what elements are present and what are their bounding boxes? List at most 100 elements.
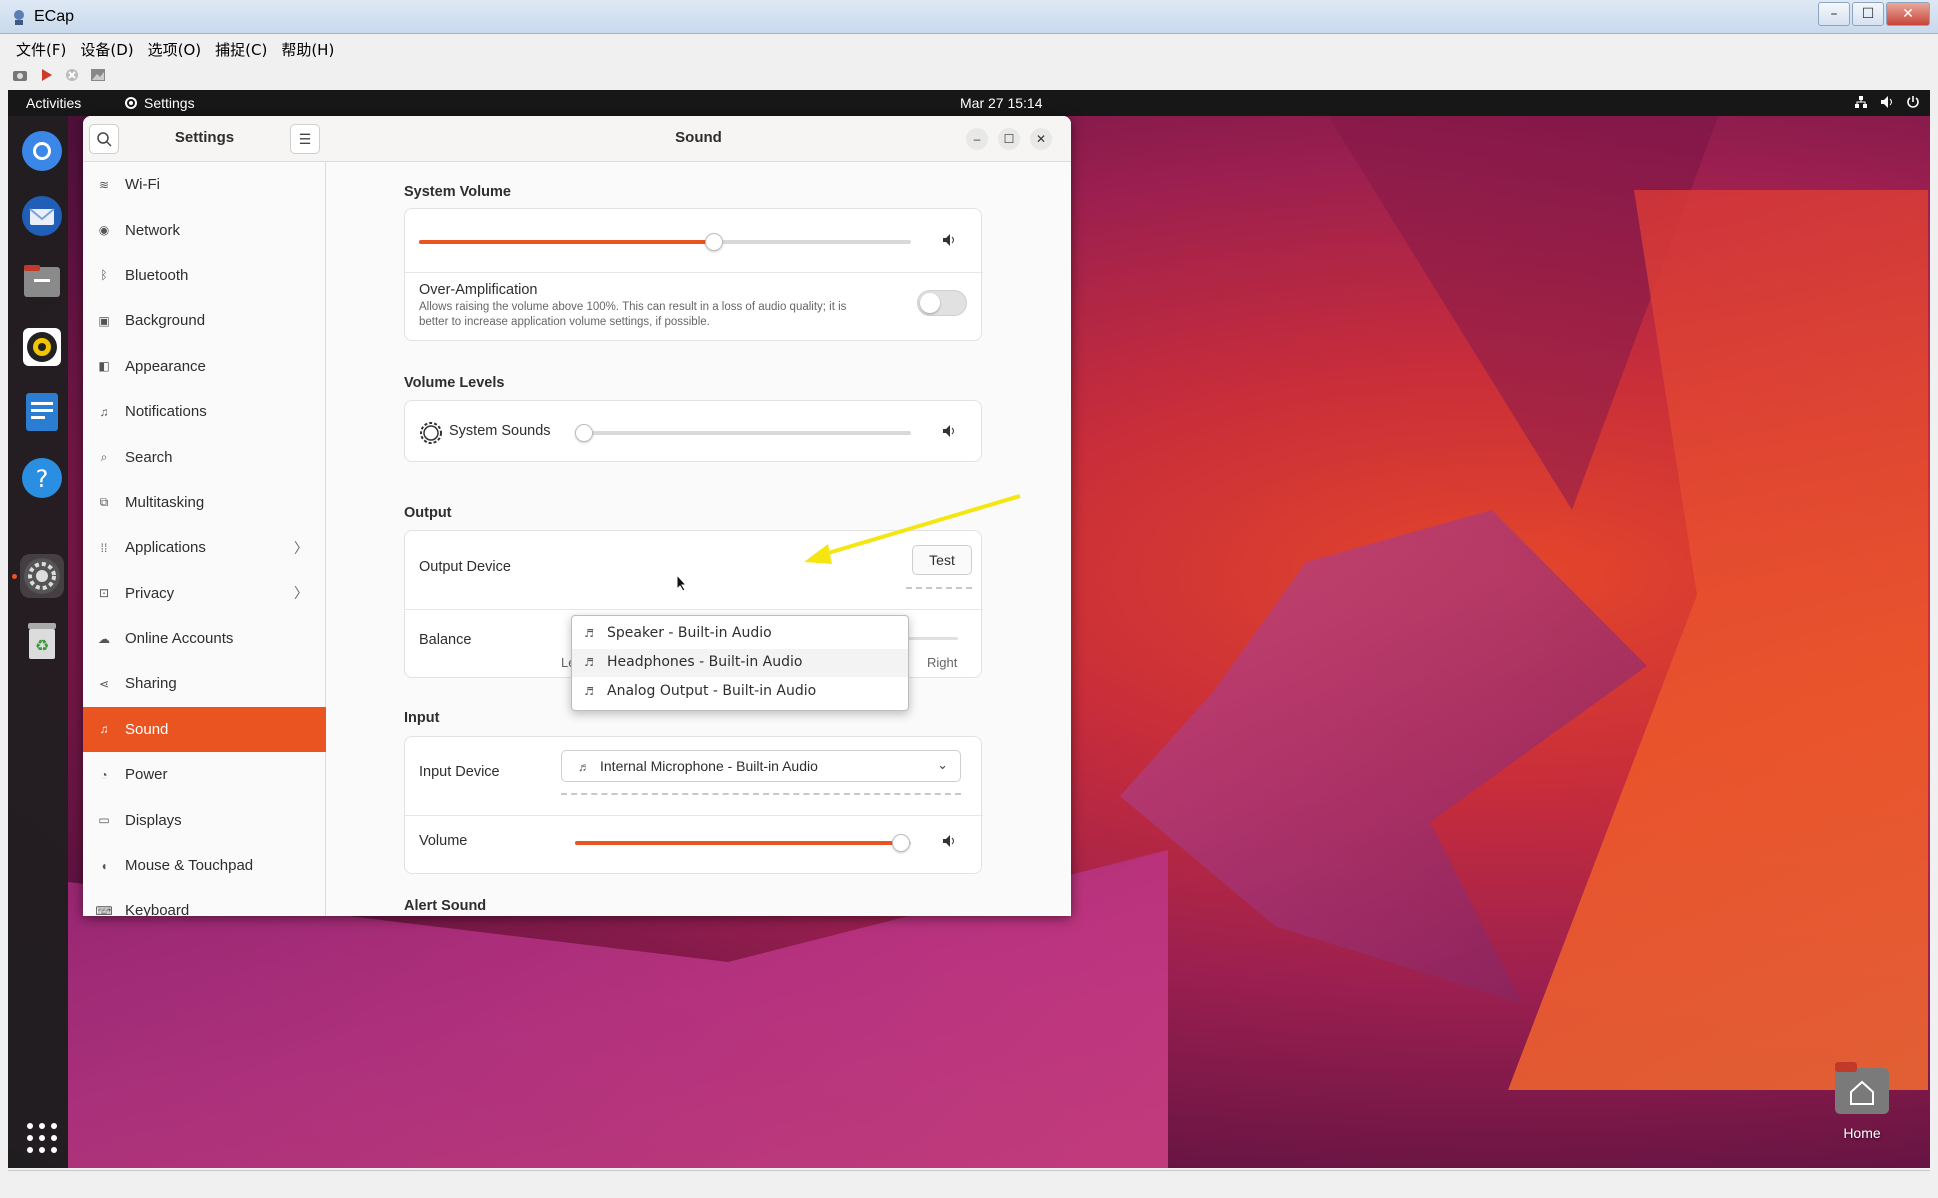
- music-note-icon: ♫: [99, 722, 109, 737]
- divider: [405, 815, 983, 816]
- speaker-icon: [943, 234, 954, 246]
- stop-icon[interactable]: [64, 68, 80, 82]
- image-icon[interactable]: [90, 68, 106, 82]
- thunderbird-icon[interactable]: [20, 194, 64, 238]
- sidebar-item-privacy[interactable]: ⊡ Privacy 〉: [83, 571, 326, 616]
- speaker-icon: [943, 835, 954, 847]
- sidebar-item-label: Power: [125, 766, 168, 784]
- input-level-meter: [561, 793, 961, 795]
- speaker-icon: [943, 425, 954, 437]
- menu-device[interactable]: 设备(D): [80, 39, 133, 60]
- settings-icon[interactable]: [20, 554, 64, 598]
- menu-options[interactable]: 选项(O): [148, 39, 202, 60]
- close-button[interactable]: ✕: [1030, 128, 1052, 150]
- alert-sound-heading: Alert Sound: [404, 898, 487, 914]
- bluetooth-icon: ᛒ: [100, 268, 108, 283]
- app-menu[interactable]: Settings: [124, 95, 195, 111]
- music-note-icon: ♬: [584, 656, 594, 669]
- input-heading: Input: [404, 710, 440, 726]
- over-amplification-label: Over-Amplification: [419, 282, 538, 298]
- sidebar-list: ≋ Wi-Fi ◉ Network ᛒ Bluetooth ▣ Background ◧ Appe…: [83, 162, 326, 916]
- help-icon[interactable]: ?: [20, 456, 64, 500]
- sidebar-item-label: Notifications: [125, 403, 207, 421]
- ecap-toolbar: [8, 64, 106, 86]
- running-indicator: [12, 574, 17, 579]
- sidebar-item-multitasking[interactable]: ⧉ Multitasking: [83, 480, 326, 525]
- balance-label: Balance: [419, 632, 472, 648]
- ecap-close-button[interactable]: ✕: [1886, 2, 1930, 26]
- sidebar-item-network[interactable]: ◉ Network: [83, 207, 326, 252]
- sidebar-item-bluetooth[interactable]: ᛒ Bluetooth: [83, 253, 326, 298]
- menu-capture[interactable]: 捕捉(C): [215, 39, 267, 60]
- writer-icon[interactable]: [20, 390, 64, 434]
- maximize-icon: ☐: [1003, 132, 1015, 146]
- power-icon: [1907, 96, 1919, 108]
- files-icon[interactable]: [20, 259, 64, 303]
- system-status-area[interactable]: [1854, 95, 1920, 109]
- output-option-analog[interactable]: ♬ Analog Output - Built-in Audio: [572, 678, 908, 706]
- hamburger-menu-button[interactable]: ☰: [290, 124, 320, 154]
- toggle-knob: [920, 293, 940, 313]
- slider-knob[interactable]: [575, 424, 593, 442]
- input-device-combo[interactable]: ♬ Internal Microphone - Built-in Audio ⌄: [561, 750, 961, 782]
- appearance-icon: ◧: [98, 359, 110, 374]
- output-option-speaker[interactable]: ♬ Speaker - Built-in Audio: [572, 620, 908, 648]
- maximize-button[interactable]: ☐: [998, 128, 1020, 150]
- guest-screen: Activities Settings Mar 27 15:14 ? ♻ Set…: [8, 90, 1930, 1168]
- activities-button[interactable]: Activities: [26, 95, 81, 111]
- network-wired-icon: [1855, 96, 1867, 108]
- rhythmbox-icon[interactable]: [20, 325, 64, 369]
- sidebar-item-background[interactable]: ▣ Background: [83, 298, 326, 343]
- output-device-dropdown: ♬ Speaker - Built-in Audio ♬ Headphones …: [571, 615, 909, 711]
- sidebar-item-wi-fi[interactable]: ≋ Wi-Fi: [83, 162, 326, 207]
- volume-levels-heading: Volume Levels: [404, 375, 505, 391]
- input-device-value: Internal Microphone - Built-in Audio: [600, 758, 818, 774]
- input-volume-slider[interactable]: [575, 834, 911, 852]
- over-amplification-toggle[interactable]: [917, 290, 967, 316]
- home-folder-icon[interactable]: [1833, 1058, 1891, 1118]
- sidebar-item-online-accounts[interactable]: ☁ Online Accounts: [83, 616, 326, 661]
- sidebar-item-appearance[interactable]: ◧ Appearance: [83, 344, 326, 389]
- close-icon: ✕: [1035, 132, 1047, 146]
- ecap-app-icon: [14, 10, 24, 25]
- volume-levels-card: System Sounds: [404, 400, 982, 462]
- menu-help[interactable]: 帮助(H): [281, 39, 334, 60]
- sidebar-item-displays[interactable]: ▭ Displays: [83, 797, 326, 842]
- menu-file[interactable]: 文件(F): [16, 39, 66, 60]
- input-card: Input Device ♬ Internal Microphone - Bui…: [404, 736, 983, 874]
- system-sounds-slider[interactable]: [575, 424, 911, 442]
- chrome-icon[interactable]: [20, 129, 64, 173]
- trash-icon[interactable]: ♻: [20, 619, 64, 663]
- sidebar-item-power[interactable]: ◔ Power: [83, 752, 326, 797]
- sidebar-item-label: Online Accounts: [125, 630, 234, 648]
- ecap-minimize-button[interactable]: –: [1818, 2, 1850, 26]
- slider-knob[interactable]: [892, 834, 910, 852]
- record-play-icon[interactable]: [38, 68, 54, 82]
- app-grid-icon[interactable]: [20, 1116, 64, 1160]
- sidebar-item-sound[interactable]: ♫ Sound: [83, 706, 326, 753]
- sidebar-item-sharing[interactable]: ⋖ Sharing: [83, 661, 326, 706]
- gnome-topbar: Activities Settings Mar 27 15:14: [8, 90, 1930, 116]
- sidebar-item-mouse-touchpad[interactable]: ◖ Mouse & Touchpad: [83, 843, 326, 888]
- sidebar-item-label: Sound: [125, 720, 169, 738]
- bell-icon: ♫: [99, 404, 109, 419]
- sidebar-item-search[interactable]: ⌕ Search: [83, 434, 326, 479]
- output-option-headphones[interactable]: ♬ Headphones - Built-in Audio: [572, 649, 908, 677]
- sidebar-item-label: Mouse & Touchpad: [125, 857, 254, 875]
- sidebar-item-notifications[interactable]: ♫ Notifications: [83, 389, 326, 434]
- lock-icon: ⊡: [98, 586, 110, 601]
- ecap-maximize-button[interactable]: ☐: [1852, 2, 1884, 26]
- system-volume-slider[interactable]: [419, 233, 911, 251]
- sidebar-item-applications[interactable]: ⁞⁞ Applications 〉: [83, 525, 326, 570]
- ecap-window-title: ECap: [34, 8, 75, 25]
- sidebar-item-keyboard[interactable]: ⌨ Keyboard: [83, 888, 326, 916]
- slider-knob[interactable]: [705, 233, 723, 251]
- camera-icon[interactable]: [12, 68, 28, 82]
- option-label: Speaker - Built-in Audio: [607, 625, 772, 641]
- clock[interactable]: Mar 27 15:14: [960, 95, 1043, 111]
- page-title: Sound: [675, 129, 722, 146]
- home-folder-label[interactable]: Home: [1826, 1125, 1898, 1141]
- minimize-button[interactable]: –: [966, 128, 988, 150]
- minimize-icon: –: [973, 132, 981, 146]
- output-heading: Output: [404, 505, 452, 521]
